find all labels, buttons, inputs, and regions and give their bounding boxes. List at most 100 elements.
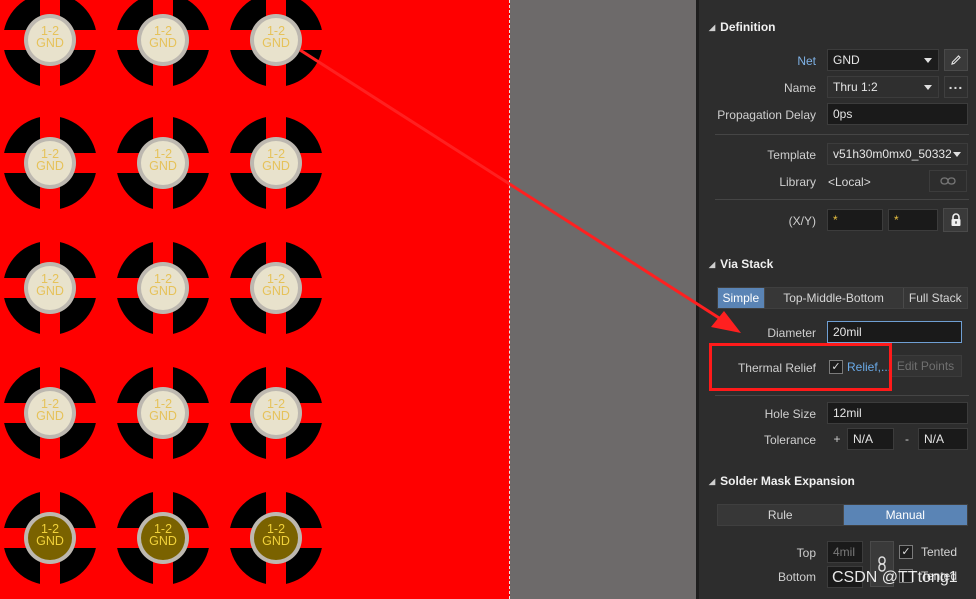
via-pad[interactable]: 1-2 GND xyxy=(228,365,324,461)
divider xyxy=(715,199,969,200)
name-more-button[interactable]: ... xyxy=(944,76,968,98)
tolerance-minus-sign: - xyxy=(905,432,909,446)
via-pad[interactable]: 1-2 GND xyxy=(228,490,324,586)
tab-top-middle-bottom[interactable]: Top-Middle-Bottom xyxy=(764,288,904,308)
net-pick-button[interactable] xyxy=(944,49,968,71)
solder-top-value: 4mil xyxy=(833,545,856,559)
name-dropdown[interactable]: Thru 1:2 xyxy=(827,76,939,98)
edit-points-button[interactable]: Edit Points xyxy=(889,355,962,377)
section-title: Solder Mask Expansion xyxy=(720,474,855,488)
more-dots-icon: ... xyxy=(948,76,964,92)
pencil-icon xyxy=(951,55,961,65)
via-net-label: GND xyxy=(36,159,64,173)
tolerance-plus-value: N/A xyxy=(853,432,874,446)
name-value: Thru 1:2 xyxy=(833,80,878,94)
solder-top-label: Top xyxy=(796,546,816,560)
library-link-button[interactable] xyxy=(929,170,967,192)
propagation-delay-field[interactable]: 0ps xyxy=(827,103,968,125)
divider xyxy=(715,134,969,135)
via-net-label: GND xyxy=(262,36,290,50)
chevron-down-icon xyxy=(924,58,932,63)
solder-top-field[interactable]: 4mil xyxy=(827,541,863,563)
properties-panel: ◢ Definition Net GND Name Thru 1:2 ... Pr… xyxy=(699,0,976,599)
via-stack-tabs: Simple Top-Middle-Bottom Full Stack xyxy=(717,287,968,309)
watermark: CSDN @TTtong1 xyxy=(832,569,958,586)
via-pad[interactable]: 1-2 GND xyxy=(2,0,98,88)
via-pad[interactable]: 1-2 GND xyxy=(228,240,324,336)
via-pad[interactable]: 1-2 GND xyxy=(115,365,211,461)
template-dropdown[interactable]: v51h30m0mx0_503323 xyxy=(827,143,968,165)
chevron-down-icon xyxy=(924,85,932,90)
xy-label: (X/Y) xyxy=(788,214,816,228)
collapse-triangle-icon: ◢ xyxy=(709,22,716,32)
via-net-label: GND xyxy=(36,409,64,423)
section-title: Definition xyxy=(720,20,776,34)
via-net-label: GND xyxy=(36,36,64,50)
tab-full-stack[interactable]: Full Stack xyxy=(903,288,967,308)
net-value: GND xyxy=(833,53,860,67)
solder-mask-section-header[interactable]: ◢ Solder Mask Expansion xyxy=(709,470,969,492)
y-field[interactable]: * xyxy=(888,209,938,231)
via-pad[interactable]: 1-2 GND xyxy=(2,365,98,461)
via-pad[interactable]: 1-2 GND xyxy=(228,115,324,211)
template-label: Template xyxy=(767,148,816,162)
via-pad[interactable]: 1-2 GND xyxy=(2,240,98,336)
library-value: <Local> xyxy=(828,175,871,189)
chevron-down-icon xyxy=(953,152,961,157)
via-pad[interactable]: 1-2 GND xyxy=(2,115,98,211)
via-pad[interactable]: 1-2 GND xyxy=(115,0,211,88)
hole-size-label: Hole Size xyxy=(764,407,816,421)
definition-section-header[interactable]: ◢ Definition xyxy=(709,16,969,38)
solder-mask-tabs: Rule Manual xyxy=(717,504,968,526)
lock-icon xyxy=(951,213,960,226)
tolerance-plus-field[interactable]: N/A xyxy=(847,428,894,450)
via-stack-section-header[interactable]: ◢ Via Stack xyxy=(709,253,969,275)
x-field[interactable]: * xyxy=(827,209,883,231)
via-pad[interactable]: 1-2 GND xyxy=(2,490,98,586)
via-net-label: GND xyxy=(149,284,177,298)
via-net-label: GND xyxy=(262,159,290,173)
via-pad[interactable]: 1-2 GND xyxy=(115,490,211,586)
name-label: Name xyxy=(783,81,816,95)
divider xyxy=(715,395,969,396)
via-net-label: GND xyxy=(262,284,290,298)
tolerance-minus-value: N/A xyxy=(924,432,945,446)
via-net-label: GND xyxy=(36,534,64,548)
via-net-label: GND xyxy=(149,409,177,423)
board-outline xyxy=(509,0,510,599)
solder-top-tented-checkbox[interactable]: ✓ xyxy=(899,545,913,559)
diameter-field[interactable]: 20mil xyxy=(827,321,962,343)
section-title: Via Stack xyxy=(720,257,774,271)
annotation-highlight-box xyxy=(709,343,892,391)
lock-button[interactable] xyxy=(943,208,968,232)
tab-manual[interactable]: Manual xyxy=(843,505,967,525)
tab-rule[interactable]: Rule xyxy=(718,505,844,525)
via-net-label: GND xyxy=(149,534,177,548)
diameter-value: 20mil xyxy=(833,325,862,339)
via-pad[interactable]: 1-2 GND xyxy=(115,115,211,211)
via-pad[interactable]: 1-2 GND xyxy=(228,0,324,88)
library-label: Library xyxy=(779,175,816,189)
tolerance-plus-sign: + xyxy=(833,432,841,446)
hole-size-field[interactable]: 12mil xyxy=(827,402,968,424)
tab-simple[interactable]: Simple xyxy=(718,288,765,308)
via-net-label: GND xyxy=(36,284,64,298)
via-net-label: GND xyxy=(149,36,177,50)
canvas-offboard-area xyxy=(510,0,696,599)
solder-bottom-label: Bottom xyxy=(777,570,816,584)
pcb-canvas[interactable]: 1-2 GND 1-2 GND 1-2 GND 1-2 GND 1-2 GND 1-2 GND 1-2 G… xyxy=(0,0,510,599)
net-dropdown[interactable]: GND xyxy=(827,49,939,71)
tolerance-label: Tolerance xyxy=(763,433,816,447)
y-value: * xyxy=(894,213,899,227)
solder-top-tented-label: Tented xyxy=(921,545,958,559)
hole-size-value: 12mil xyxy=(833,406,862,420)
checkmark-icon: ✓ xyxy=(901,546,911,558)
via-pad[interactable]: 1-2 GND xyxy=(115,240,211,336)
link-icon xyxy=(940,177,956,185)
net-label[interactable]: Net xyxy=(709,54,816,68)
tolerance-minus-field[interactable]: N/A xyxy=(918,428,968,450)
collapse-triangle-icon: ◢ xyxy=(709,259,716,269)
propagation-delay-label: Propagation Delay xyxy=(717,108,816,122)
x-value: * xyxy=(833,213,838,227)
diameter-label: Diameter xyxy=(767,326,816,340)
